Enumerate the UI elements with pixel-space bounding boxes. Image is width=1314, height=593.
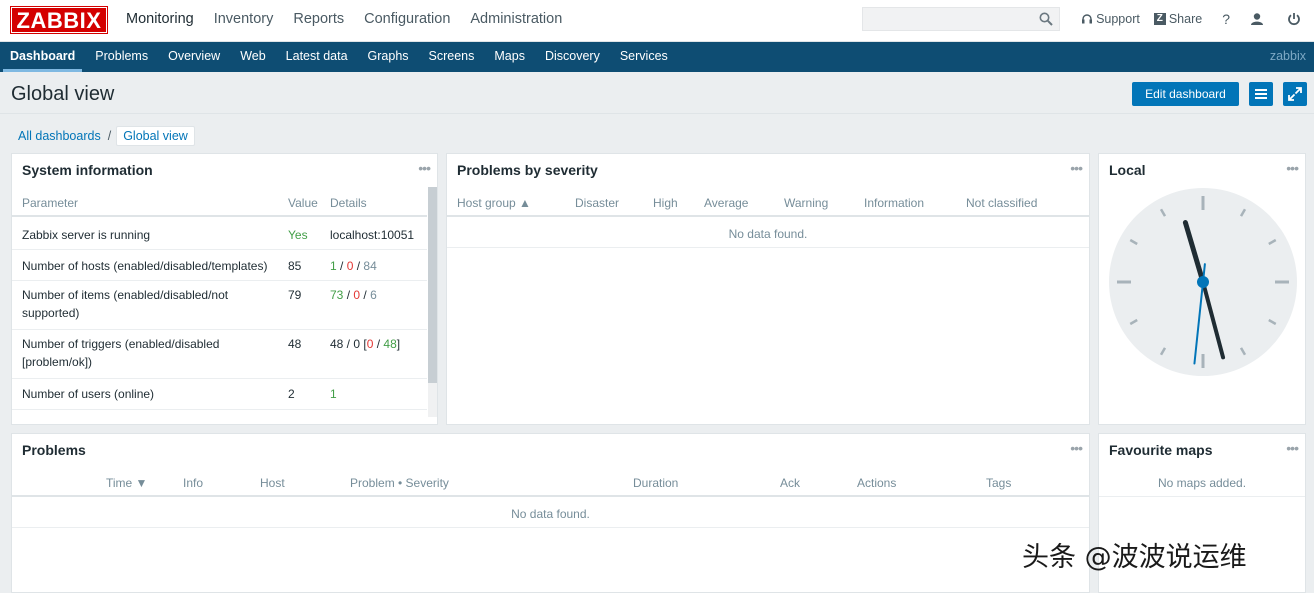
- widget-options-icon[interactable]: •••: [1070, 160, 1083, 176]
- main-menu-inventory[interactable]: Inventory: [204, 0, 284, 42]
- share-link[interactable]: Z Share: [1153, 12, 1203, 26]
- edit-dashboard-button[interactable]: Edit dashboard: [1132, 82, 1239, 106]
- table-row: Number of triggers (enabled/disabled [pr…: [12, 330, 427, 379]
- col-host: Host: [260, 476, 285, 490]
- scrollbar-thumb[interactable]: [428, 187, 437, 383]
- breadcrumb: All dashboards / Global view: [12, 125, 195, 146]
- sub-menu-overview[interactable]: Overview: [158, 42, 230, 72]
- sub-menu-discovery[interactable]: Discovery: [535, 42, 610, 72]
- widget-title: System information: [22, 162, 153, 178]
- sub-menu-problems[interactable]: Problems: [85, 42, 158, 72]
- col-time[interactable]: Time ▼: [106, 476, 147, 490]
- no-maps-message: No maps added.: [1157, 476, 1247, 490]
- col-duration: Duration: [633, 476, 679, 490]
- widget-options-icon[interactable]: •••: [418, 160, 431, 176]
- page-title: Global view: [11, 83, 115, 105]
- col-warning: Warning: [784, 196, 829, 210]
- problems-widget: Problems ••• Time ▼ Info Host Problem • …: [11, 433, 1090, 593]
- col-disaster: Disaster: [575, 196, 620, 210]
- header-divider: [0, 113, 1314, 114]
- widget-title: Problems: [22, 442, 86, 458]
- power-icon[interactable]: [1287, 12, 1304, 26]
- search-box: [862, 7, 1060, 31]
- col-actions: Actions: [857, 476, 897, 490]
- sub-menu-services[interactable]: Services: [610, 42, 678, 72]
- clock-widget: Local •••: [1098, 153, 1306, 425]
- sub-menu-web[interactable]: Web: [230, 42, 275, 72]
- widget-title: Problems by severity: [457, 162, 598, 178]
- share-label: Share: [1168, 12, 1203, 26]
- main-menu-configuration[interactable]: Configuration: [354, 0, 460, 42]
- table-header: Host group ▲ Disaster High Average Warni…: [447, 187, 1089, 217]
- widget-options-icon[interactable]: •••: [1286, 440, 1299, 456]
- breadcrumb-separator: /: [107, 128, 112, 143]
- zabbix-logo[interactable]: ZABBIX: [10, 6, 108, 34]
- search-input[interactable]: [863, 8, 1033, 30]
- table-row: Number of hosts (enabled/disabled/templa…: [12, 250, 427, 281]
- current-user: zabbix: [1269, 49, 1306, 63]
- sub-menu-dashboard[interactable]: Dashboard: [0, 42, 85, 72]
- support-label: Support: [1096, 12, 1140, 26]
- col-parameter: Parameter: [22, 196, 79, 210]
- widget-options-icon[interactable]: •••: [1070, 440, 1083, 456]
- hamburger-icon: [1255, 89, 1267, 99]
- table-row: Number of items (enabled/disabled/not su…: [12, 281, 427, 330]
- main-menu-monitoring[interactable]: Monitoring: [116, 0, 204, 42]
- analog-clock: [1109, 188, 1297, 376]
- widget-title: Local: [1109, 162, 1146, 178]
- col-value: Value: [288, 196, 318, 210]
- main-menu-reports[interactable]: Reports: [283, 0, 354, 42]
- main-menu: Monitoring Inventory Reports Configurati…: [116, 0, 572, 42]
- fullscreen-button[interactable]: [1283, 82, 1307, 106]
- widget-title: Favourite maps: [1109, 442, 1213, 458]
- main-menu-administration[interactable]: Administration: [460, 0, 572, 42]
- support-link[interactable]: Support: [1081, 12, 1140, 26]
- breadcrumb-all-dashboards[interactable]: All dashboards: [12, 129, 107, 143]
- empty-row: No maps added.: [1099, 467, 1305, 497]
- fullscreen-icon: [1288, 87, 1302, 101]
- table-row: Zabbix server is running Yes localhost:1…: [12, 219, 427, 250]
- top-header: ZABBIX Monitoring Inventory Reports Conf…: [0, 0, 1314, 42]
- sub-menu-latest-data[interactable]: Latest data: [276, 42, 358, 72]
- sub-menu-maps[interactable]: Maps: [484, 42, 535, 72]
- problems-by-severity-widget: Problems by severity ••• Host group ▲ Di…: [446, 153, 1090, 425]
- table-row: Number of users (online) 2 1: [12, 379, 427, 410]
- vertical-scrollbar[interactable]: [428, 187, 437, 417]
- col-details: Details: [330, 196, 367, 210]
- top-links: Support Z Share ?: [1067, 0, 1304, 38]
- system-information-widget: System information ••• Parameter Value D…: [11, 153, 438, 425]
- headset-icon: [1082, 14, 1093, 24]
- help-icon[interactable]: ?: [1222, 11, 1230, 27]
- table-header: Parameter Value Details: [12, 187, 427, 217]
- col-tags: Tags: [986, 476, 1012, 490]
- col-problem-severity: Problem • Severity: [350, 476, 449, 490]
- col-average: Average: [704, 196, 749, 210]
- user-profile-icon[interactable]: [1250, 12, 1267, 26]
- sub-menu-bar: Dashboard Problems Overview Web Latest d…: [0, 42, 1314, 72]
- col-host-group[interactable]: Host group ▲: [457, 196, 531, 210]
- col-high: High: [653, 196, 678, 210]
- widget-options-icon[interactable]: •••: [1286, 160, 1299, 176]
- table-header: Time ▼ Info Host Problem • Severity Dura…: [12, 467, 1089, 497]
- sub-menu-screens[interactable]: Screens: [419, 42, 485, 72]
- dashboard-menu-button[interactable]: [1249, 82, 1273, 106]
- sub-menu-graphs[interactable]: Graphs: [358, 42, 419, 72]
- share-icon: Z: [1153, 13, 1166, 25]
- no-data-message: No data found.: [728, 227, 808, 241]
- col-ack: Ack: [780, 476, 801, 490]
- clock-center-pin: [1197, 276, 1209, 288]
- col-information: Information: [864, 196, 925, 210]
- search-icon[interactable]: [1039, 12, 1053, 26]
- no-data-message: No data found.: [511, 507, 590, 521]
- col-info: Info: [183, 476, 204, 490]
- table-row: No data found.: [447, 219, 1089, 248]
- table-row: No data found.: [12, 499, 1089, 528]
- breadcrumb-current[interactable]: Global view: [116, 125, 195, 146]
- col-not-classified: Not classified: [966, 196, 1038, 210]
- watermark-text: 头条 @波波说运维: [1022, 542, 1247, 573]
